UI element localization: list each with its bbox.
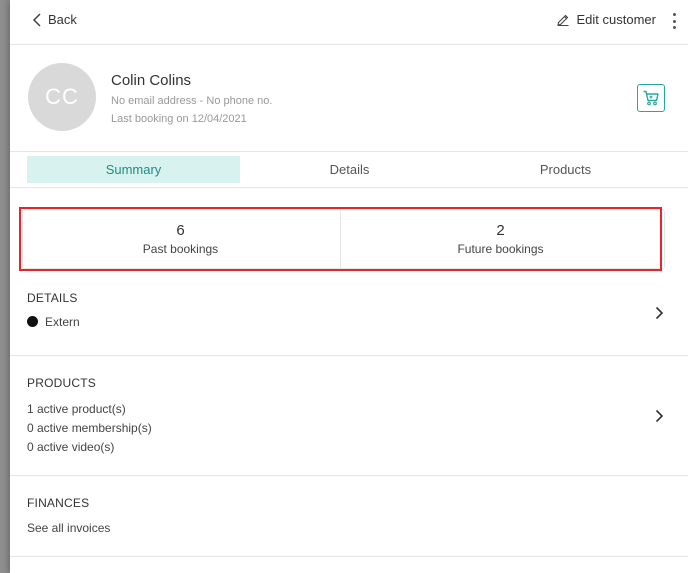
- back-label: Back: [48, 12, 77, 27]
- finances-heading: FINANCES: [27, 496, 90, 510]
- chevron-right-icon: [655, 409, 664, 423]
- edit-customer-label: Edit customer: [576, 12, 656, 27]
- background-page: [0, 0, 10, 573]
- past-bookings-count: 6: [176, 222, 185, 239]
- cart-icon: [643, 90, 659, 106]
- tab-products[interactable]: Products: [459, 156, 672, 183]
- future-bookings-label: Future bookings: [457, 242, 544, 256]
- details-status: Extern: [27, 315, 80, 329]
- products-heading: PRODUCTS: [27, 376, 96, 390]
- chevron-left-icon: [32, 12, 41, 27]
- details-heading: DETAILS: [27, 291, 78, 305]
- customer-profile: CC Colin Colins No email address - No ph…: [10, 45, 688, 152]
- customer-name: Colin Colins: [111, 72, 192, 89]
- memberships-line: 0 active membership(s): [27, 421, 152, 435]
- panel-header: Back Edit customer: [10, 0, 688, 45]
- finances-section: FINANCES See all invoices: [10, 476, 688, 557]
- customer-last-booking: Last booking on 12/04/2021: [111, 113, 247, 125]
- details-section[interactable]: DETAILS Extern: [10, 277, 688, 356]
- tab-details[interactable]: Details: [243, 156, 456, 183]
- products-section[interactable]: PRODUCTS 1 active product(s) 0 active me…: [10, 356, 688, 476]
- more-options-icon[interactable]: [670, 13, 678, 29]
- chevron-right-icon: [655, 306, 664, 320]
- see-all-invoices-link[interactable]: See all invoices: [27, 521, 110, 535]
- past-bookings-stat[interactable]: 6 Past bookings: [21, 209, 340, 269]
- status-dot: [27, 316, 38, 327]
- past-bookings-label: Past bookings: [142, 242, 219, 256]
- pencil-icon: [556, 14, 569, 26]
- future-bookings-count: 2: [496, 222, 505, 239]
- videos-line: 0 active video(s): [27, 440, 115, 454]
- booking-stats: 6 Past bookings 2 Future bookings: [19, 207, 662, 271]
- back-button[interactable]: Back: [32, 12, 77, 27]
- customer-contact: No email address - No phone no.: [111, 95, 273, 107]
- products-line: 1 active product(s): [27, 402, 126, 416]
- cart-button[interactable]: [637, 84, 665, 112]
- edit-customer-button[interactable]: Edit customer: [556, 12, 656, 27]
- future-bookings-stat[interactable]: 2 Future bookings: [340, 209, 660, 269]
- avatar: CC: [28, 63, 96, 131]
- tab-bar: Summary Details Products: [10, 152, 688, 188]
- tab-summary[interactable]: Summary: [27, 156, 240, 183]
